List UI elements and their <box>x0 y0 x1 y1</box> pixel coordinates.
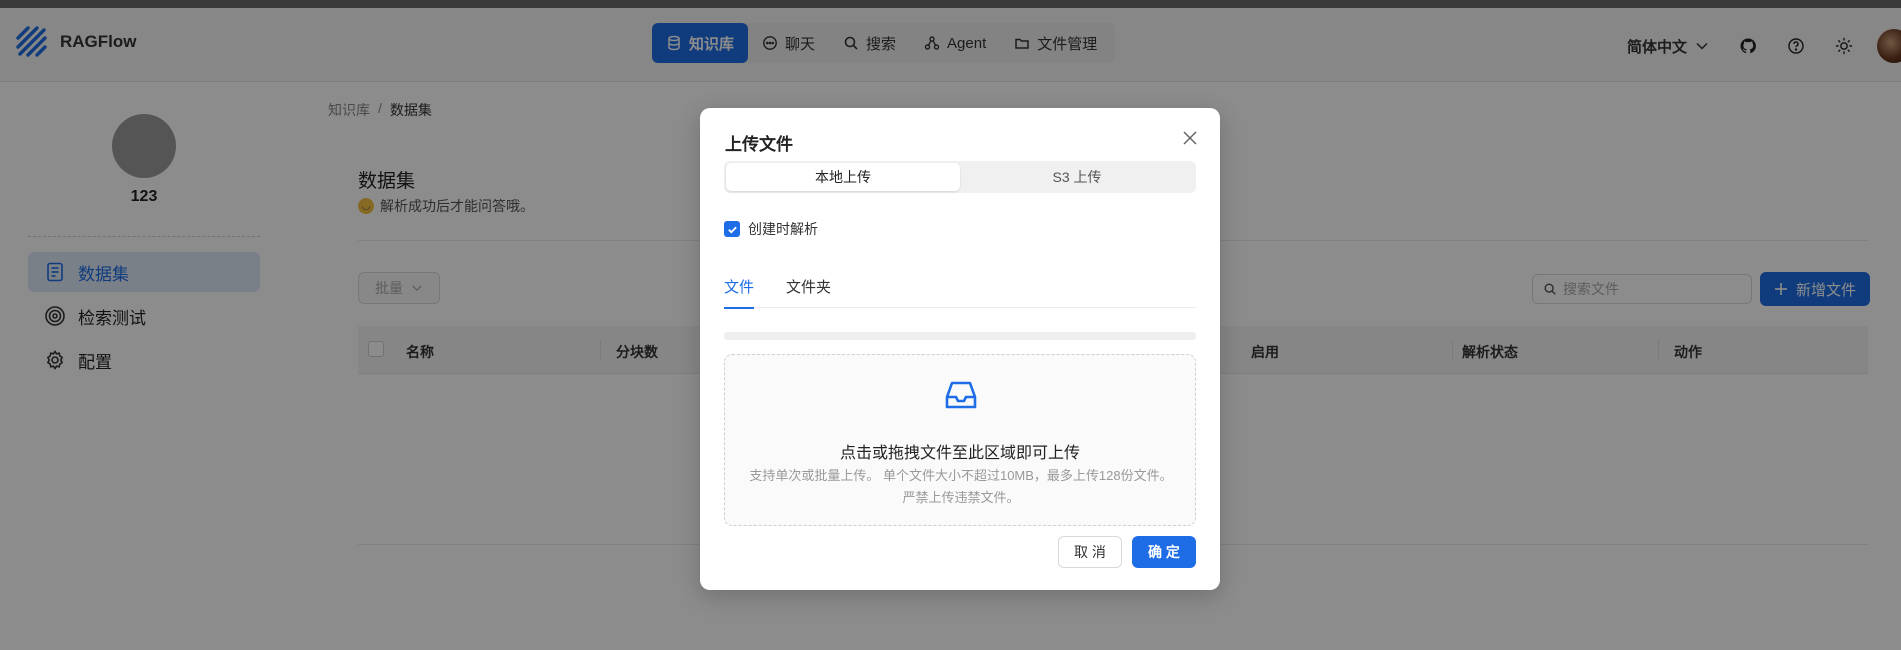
upload-dropzone[interactable]: 点击或拖拽文件至此区域即可上传 支持单次或批量上传。 单个文件大小不超过10MB… <box>724 354 1196 526</box>
dropzone-title: 点击或拖拽文件至此区域即可上传 <box>839 445 1080 462</box>
tab-folder[interactable]: 文件夹 <box>786 276 831 308</box>
ok-button[interactable]: 确 定 <box>1132 536 1196 568</box>
segment-local-upload[interactable]: 本地上传 <box>726 163 960 191</box>
upload-progress-bar <box>724 332 1196 340</box>
check-icon <box>727 226 737 233</box>
close-icon[interactable] <box>1180 128 1200 148</box>
upload-type-tabs: 文件 文件夹 <box>724 276 1196 309</box>
dropzone-hint: 支持单次或批量上传。 单个文件大小不超过10MB，最多上传128份文件。严禁上传… <box>749 468 1173 505</box>
segment-s3-upload[interactable]: S3 上传 <box>960 163 1194 191</box>
tab-file[interactable]: 文件 <box>724 276 755 309</box>
parse-on-create-checkbox[interactable] <box>724 221 740 237</box>
parse-on-create-option[interactable]: 创建时解析 <box>724 219 818 239</box>
upload-file-modal: 上传文件 本地上传 S3 上传 创建时解析 文件 文件夹 点击或拖拽文件至此区域… <box>700 108 1220 590</box>
upload-source-segmented: 本地上传 S3 上传 <box>724 161 1196 193</box>
modal-title: 上传文件 <box>725 135 793 154</box>
cancel-button[interactable]: 取 消 <box>1058 536 1122 568</box>
inbox-icon <box>945 381 977 409</box>
parse-on-create-label: 创建时解析 <box>748 221 818 237</box>
